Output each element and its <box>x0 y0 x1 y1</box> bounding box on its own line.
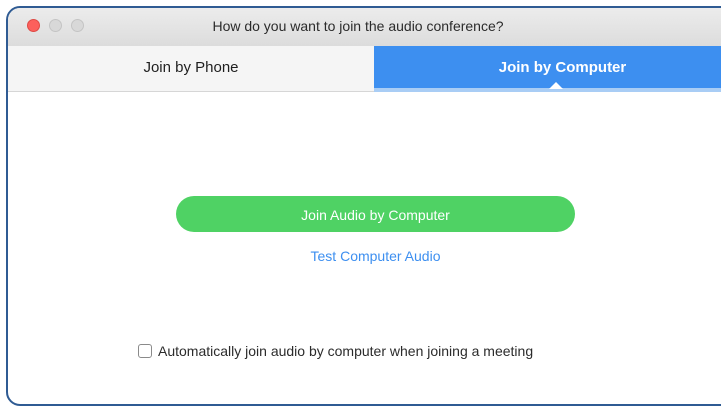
audio-join-window: How do you want to join the audio confer… <box>6 6 721 406</box>
window-title: How do you want to join the audio confer… <box>212 18 504 34</box>
auto-join-option: Automatically join audio by computer whe… <box>138 342 533 360</box>
tab-join-by-phone[interactable]: Join by Phone <box>8 46 374 92</box>
join-audio-by-computer-button[interactable]: Join Audio by Computer <box>176 196 575 232</box>
title-bar: How do you want to join the audio confer… <box>8 8 721 47</box>
tab-join-by-computer[interactable]: Join by Computer <box>374 46 721 92</box>
auto-join-label[interactable]: Automatically join audio by computer whe… <box>158 343 533 359</box>
auto-join-checkbox[interactable] <box>138 344 152 358</box>
join-method-tabs: Join by Phone Join by Computer <box>8 46 721 92</box>
test-computer-audio-link[interactable]: Test Computer Audio <box>176 248 575 264</box>
selected-tab-caret-icon <box>549 82 563 89</box>
tab-join-by-computer-label: Join by Computer <box>498 59 627 76</box>
